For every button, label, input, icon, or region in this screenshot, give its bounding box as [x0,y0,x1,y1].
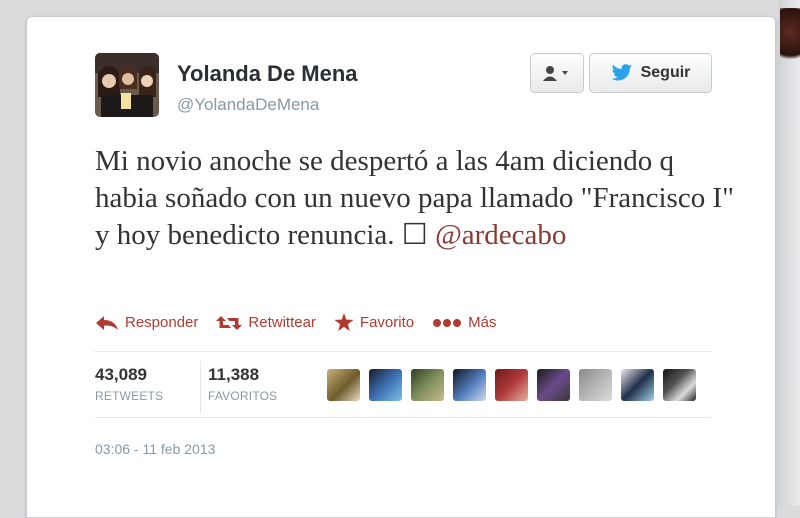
favorite-label: Favorito [359,314,415,331]
more-label: Más [468,314,497,331]
tweet-card: Yolanda De Mena @YolandaDeMena Seguir Mi… [26,16,776,518]
tweet-actions: Responder Retwittear Favorito Más [95,313,496,332]
tweet-timestamp[interactable]: 03:06 - 11 feb 2013 [95,441,215,457]
favorites-stat[interactable]: 11,388 FAVORITOS [208,365,277,403]
user-menu-icon [543,66,568,81]
tweet-text: Mi novio anoche se despertó a las 4am di… [95,143,735,254]
author-handle[interactable]: @YolandaDeMena [177,95,319,115]
favoriter-avatar[interactable] [495,369,528,401]
favoriter-avatar[interactable] [453,369,486,401]
background-decoration [780,8,800,68]
retweet-action[interactable]: Retwittear [216,314,316,331]
reply-icon [96,315,118,330]
author-avatar[interactable] [95,53,159,117]
follow-label: Seguir [640,64,691,81]
retweet-icon [216,315,243,330]
reply-action[interactable]: Responder [95,314,198,331]
divider-bottom [95,417,711,418]
retweets-label: RETWEETS [95,389,164,403]
author-name[interactable]: Yolanda De Mena [177,61,358,87]
reply-label: Responder [125,314,199,331]
star-icon [334,313,354,331]
favorite-action[interactable]: Favorito [334,313,414,332]
twitter-bird-icon [611,64,632,81]
favoriters-avatars [327,369,696,401]
favorites-label: FAVORITOS [208,389,278,403]
favoriter-avatar[interactable] [411,369,444,401]
favorites-count: 11,388 [208,365,260,384]
retweet-label: Retwittear [248,314,316,331]
favoriter-avatar[interactable] [537,369,570,401]
tweet-body: Mi novio anoche se despertó a las 4am di… [95,145,734,251]
window-edge [778,0,800,506]
mention-link[interactable]: @ardecabo [435,219,566,251]
user-actions-button[interactable] [530,53,584,93]
follow-button[interactable]: Seguir [589,53,712,93]
favoriter-avatar[interactable] [579,369,612,401]
retweets-count: 43,089 [95,365,147,384]
stats-separator [200,361,201,413]
retweets-stat[interactable]: 43,089 RETWEETS [95,365,163,403]
more-action[interactable]: Más [432,314,496,331]
divider-top [95,351,711,352]
more-dots-icon [433,318,462,327]
favoriter-avatar[interactable] [369,369,402,401]
favoriter-avatar[interactable] [327,369,360,401]
favoriter-avatar[interactable] [621,369,654,401]
favoriter-avatar[interactable] [663,369,696,401]
